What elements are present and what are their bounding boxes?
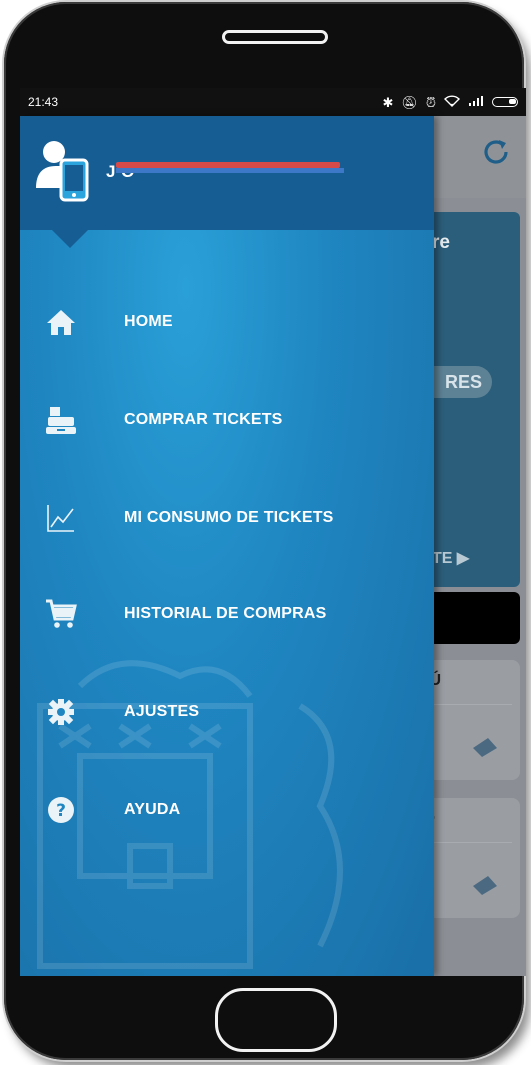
phone-frame: 21:43 ✱ 🔕︎ ⏰︎ re TE ▶ RES J HOME COMPRAR… — [4, 2, 526, 1060]
user-phone-avatar-icon[interactable] — [34, 138, 90, 202]
menu-label-historial: HISTORIAL DE COMPRAS — [124, 605, 327, 622]
menu-item-historial[interactable]: HISTORIAL DE COMPRAS — [20, 584, 434, 644]
status-time: 21:43 — [28, 95, 59, 109]
gear-icon — [44, 695, 78, 729]
header-notch — [52, 230, 88, 248]
home-icon — [44, 305, 78, 339]
screen: 21:43 ✱ 🔕︎ ⏰︎ re TE ▶ RES J HOME COMPRAR… — [20, 88, 526, 976]
home-button[interactable] — [215, 988, 337, 1052]
status-bar: 21:43 ✱ 🔕︎ ⏰︎ — [20, 88, 526, 116]
menu-item-ajustes[interactable]: AJUSTES — [20, 682, 434, 742]
refresh-icon[interactable] — [480, 136, 512, 168]
navigation-drawer: J O HOME COMPRAR TICKETS — [20, 116, 434, 976]
menu-label-home: HOME — [124, 313, 173, 330]
card-link-fragment[interactable]: TE ▶ — [432, 548, 469, 568]
status-icons: ✱ 🔕︎ ⏰︎ — [382, 95, 518, 109]
menu-item-comprar-tickets[interactable]: COMPRAR TICKETS — [20, 390, 434, 450]
cash-register-icon — [44, 403, 78, 437]
menu-item-home[interactable]: HOME — [20, 292, 434, 352]
menu-label-comprar-tickets: COMPRAR TICKETS — [124, 411, 283, 428]
help-icon: ? — [44, 793, 78, 827]
bluetooth-icon: ✱ — [382, 94, 394, 110]
menu-label-ajustes: AJUSTES — [124, 703, 200, 720]
shopping-cart-icon — [44, 597, 78, 631]
wifi-icon — [444, 95, 460, 109]
mute-icon: 🔕︎ — [401, 94, 418, 110]
menu-item-ayuda[interactable]: ? AYUDA — [20, 780, 434, 840]
svg-text:?: ? — [56, 801, 66, 821]
menu-label-ayuda: AYUDA — [124, 801, 181, 818]
ticket-icon — [473, 738, 497, 757]
menu-label-mi-consumo: MI CONSUMO DE TICKETS — [124, 509, 334, 526]
redaction-bar — [116, 168, 344, 173]
line-chart-icon — [44, 501, 78, 535]
signal-icon — [468, 95, 484, 109]
ticket-icon — [473, 876, 497, 895]
card-title-fragment: re — [432, 232, 450, 253]
speaker-grille — [222, 30, 328, 44]
alarm-icon: ⏰︎ — [425, 94, 436, 110]
card-pill-label: RES — [444, 371, 482, 392]
drawer-header: J O — [20, 116, 434, 230]
battery-icon — [492, 97, 518, 107]
menu-item-mi-consumo[interactable]: MI CONSUMO DE TICKETS — [20, 488, 434, 548]
